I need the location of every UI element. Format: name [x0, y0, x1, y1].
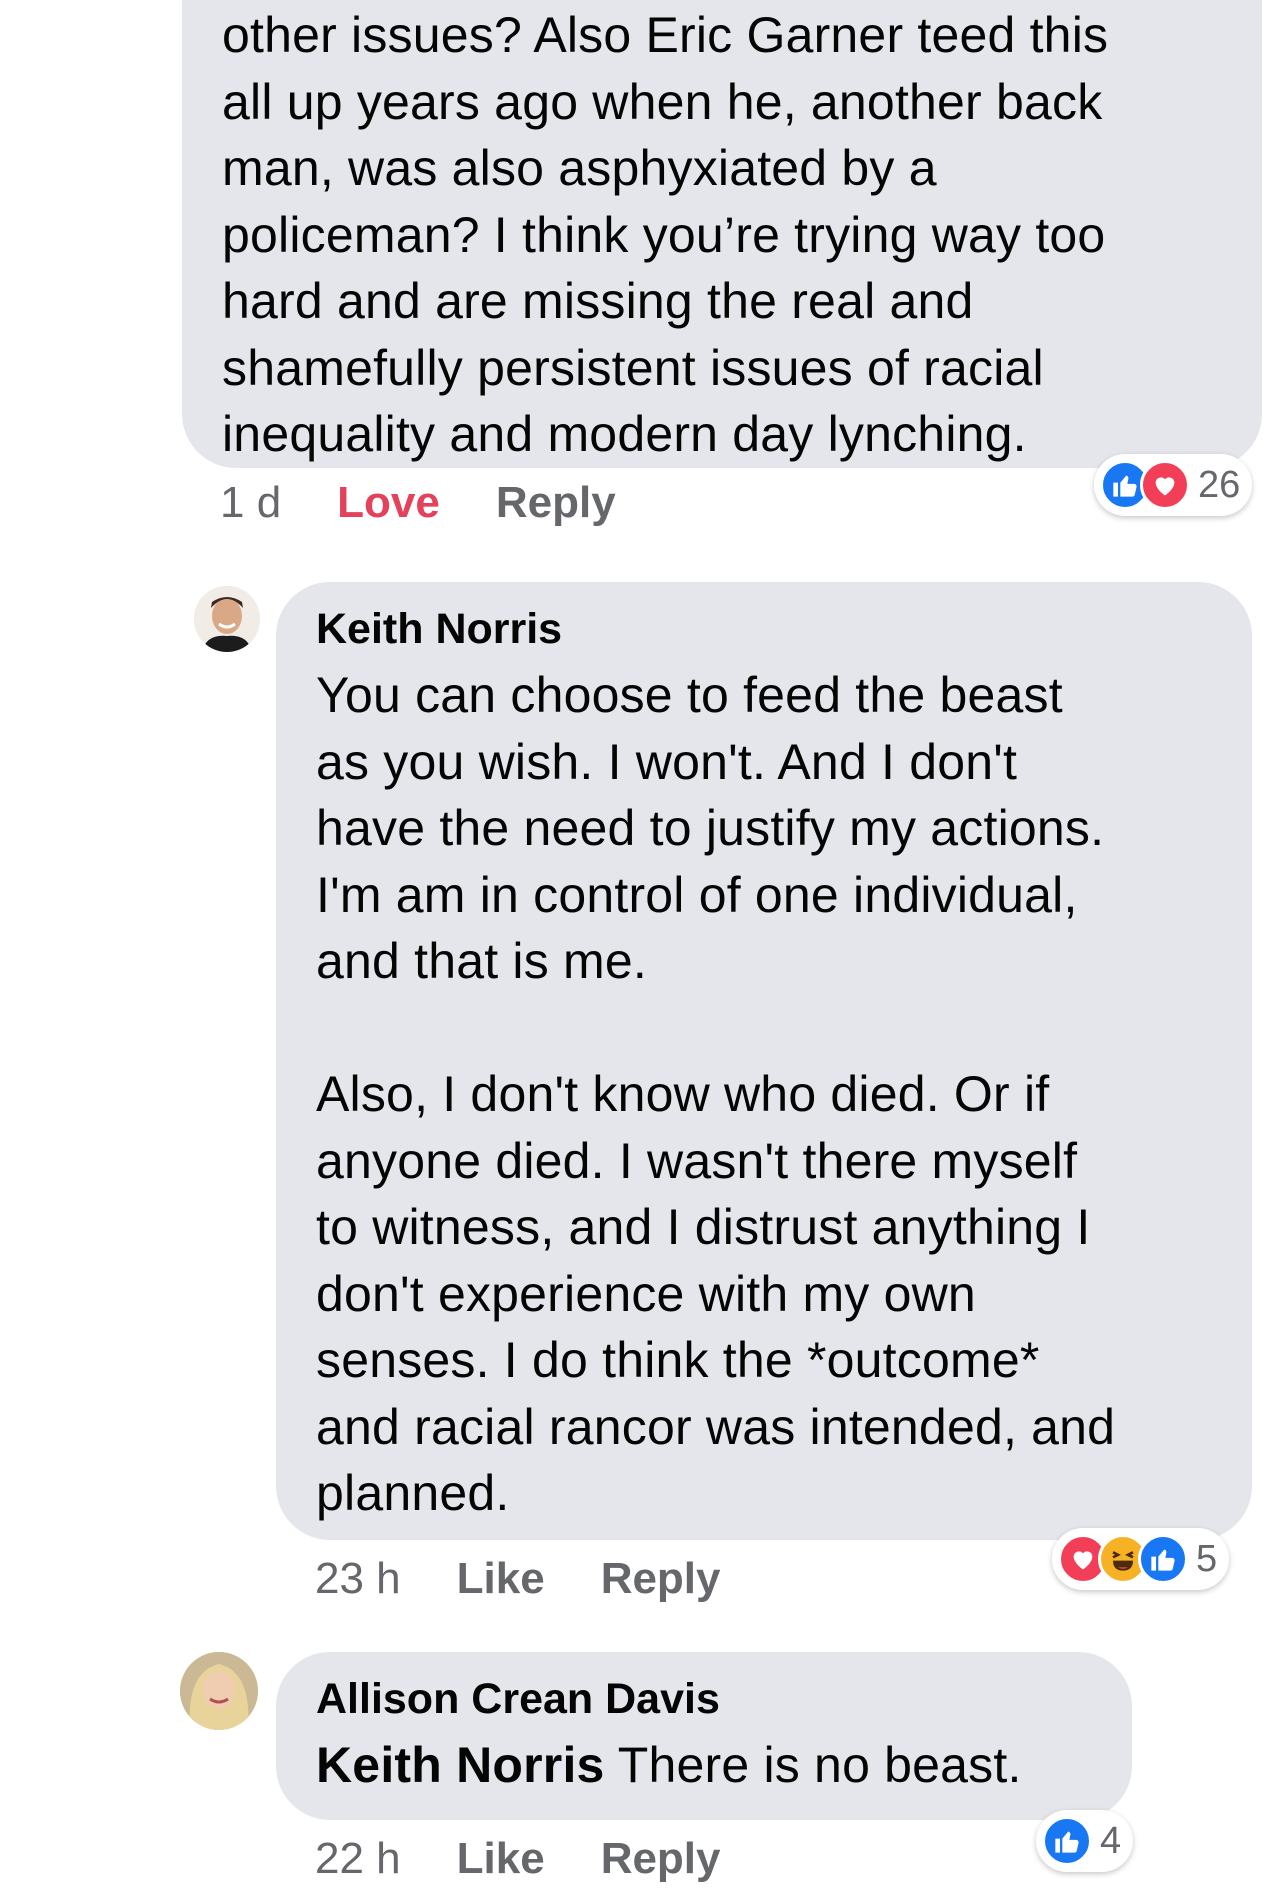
love-reaction-button[interactable]: Love: [337, 478, 440, 528]
love-icon: [1140, 460, 1190, 510]
comment-timestamp: 1 d: [220, 478, 282, 527]
like-button[interactable]: Like: [457, 1554, 545, 1604]
comment-text: You can choose to feed the beast as you …: [316, 667, 1116, 1521]
avatar[interactable]: [180, 1652, 258, 1730]
mention-link[interactable]: Keith Norris: [316, 1737, 605, 1793]
comment-timestamp: 22 h: [315, 1834, 401, 1883]
reaction-count: 4: [1100, 1819, 1122, 1862]
comment-author[interactable]: Allison Crean Davis: [316, 1674, 1132, 1724]
comment-text: Keith Norris There is no beast.: [316, 1732, 1132, 1799]
comment-timestamp: 23 h: [315, 1554, 401, 1603]
comment-bubble-2: Keith Norris You can choose to feed the …: [276, 582, 1252, 1540]
reaction-count: 26: [1198, 463, 1241, 506]
like-button[interactable]: Like: [457, 1834, 545, 1884]
reaction-summary-1[interactable]: 26: [1094, 454, 1253, 516]
like-icon: [1138, 1534, 1188, 1584]
comment-bubble-1: other issues? Also Eric Garner teed this…: [182, 0, 1262, 468]
comment-actions-3: 22 h Like Reply: [315, 1834, 721, 1884]
reply-button[interactable]: Reply: [601, 1834, 721, 1884]
comment-text: other issues? Also Eric Garner teed this…: [222, 7, 1109, 462]
comment-actions-1: 1 d Love Reply: [220, 478, 616, 528]
like-icon: [1042, 1816, 1092, 1866]
reply-button[interactable]: Reply: [601, 1554, 721, 1604]
reaction-count: 5: [1196, 1537, 1218, 1580]
comment-author[interactable]: Keith Norris: [316, 604, 1252, 654]
comment-bubble-3: Allison Crean Davis Keith Norris There i…: [276, 1652, 1132, 1820]
reaction-summary-3[interactable]: 4: [1036, 1810, 1134, 1872]
reaction-summary-2[interactable]: 5: [1052, 1528, 1230, 1590]
reply-button[interactable]: Reply: [496, 478, 616, 528]
comment-text-body: There is no beast.: [604, 1737, 1022, 1793]
avatar[interactable]: [194, 586, 260, 652]
comment-actions-2: 23 h Like Reply: [315, 1554, 721, 1604]
